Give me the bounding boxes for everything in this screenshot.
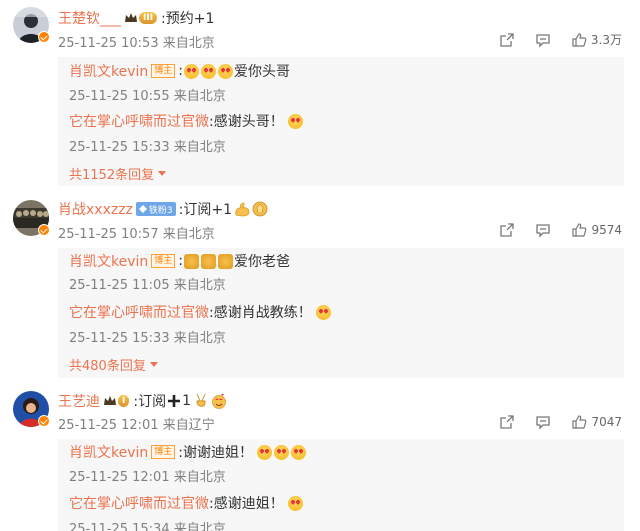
verified-badge-icon — [38, 415, 50, 427]
comment-button[interactable] — [535, 414, 551, 430]
fan-level-badge: 铁粉3 — [135, 202, 176, 216]
fan-level-label: 铁粉3 — [148, 205, 173, 216]
crown-icon — [125, 13, 137, 22]
reply-username[interactable]: 肖凯文kevin — [69, 251, 148, 271]
money-emoji-icon — [184, 253, 200, 269]
comment-button[interactable] — [535, 32, 551, 48]
vip-crown-badge: III — [124, 11, 158, 25]
reply-text: :谢谢迪姐！ — [178, 445, 254, 461]
heart-eyes-emoji-icon — [287, 495, 303, 511]
vip-crown-badge: I — [103, 394, 130, 408]
reply-meta: 25-11-25 11:05 来自北京 — [69, 278, 226, 293]
more-replies-link[interactable]: 共1152条回复 — [69, 164, 167, 183]
comment-meta: 25-11-25 10:57 来自北京 — [58, 227, 215, 242]
share-button[interactable] — [499, 414, 515, 430]
reply-prefix: : — [178, 253, 184, 269]
heart-eyes-emoji-icon — [184, 63, 200, 79]
heart-eyes-emoji-icon — [287, 113, 303, 129]
reply-text: :感谢头哥！ — [209, 114, 284, 130]
reply-username[interactable]: 它在掌心呼啸而过官微 — [69, 302, 209, 322]
plus-icon — [168, 395, 181, 407]
reply-text: 爱你头哥 — [234, 64, 291, 80]
comment-icon — [536, 224, 551, 238]
share-button[interactable] — [499, 222, 515, 238]
heart-eyes-emoji-icon — [201, 63, 217, 79]
like-button[interactable]: 9574 — [571, 222, 622, 238]
host-tag: 博主 — [151, 64, 176, 78]
money-emoji-icon — [218, 253, 234, 269]
comment-icon — [536, 416, 551, 430]
comment-text: :预约+1 — [161, 11, 215, 27]
comment-button[interactable] — [535, 222, 551, 238]
comment-text-tail: 1 — [182, 393, 191, 409]
like-count: 3.3万 — [590, 33, 622, 47]
clapping-emoji-icon — [252, 201, 268, 217]
heart-eyes-emoji-icon — [218, 63, 234, 79]
comment-username[interactable]: 肖战xxxzzz — [58, 199, 133, 219]
comment-text: :订阅+1 — [178, 202, 232, 218]
victory-hand-emoji-icon — [196, 393, 206, 407]
reply-username[interactable]: 肖凯文kevin — [69, 61, 148, 81]
reply-prefix: : — [178, 63, 184, 79]
comment-text: :订阅 — [133, 394, 167, 410]
host-tag: 博主 — [151, 445, 176, 459]
reply-list: 肖凯文kevin 博主 : 爱你老爸 25-11-25 11:05 来自北京 它… — [58, 248, 624, 378]
reply-username[interactable]: 肖凯文kevin — [69, 442, 148, 462]
heart-eyes-emoji-icon — [274, 444, 290, 460]
reply-meta: 25-11-25 12:01 来自北京 — [69, 470, 226, 485]
share-icon — [500, 32, 514, 47]
diamond-icon — [138, 205, 147, 213]
level-badge: I — [118, 395, 130, 407]
reply-text: :感谢迪姐！ — [209, 496, 284, 512]
like-count: 9574 — [591, 223, 622, 237]
money-emoji-icon — [201, 253, 217, 269]
like-button[interactable]: 3.3万 — [571, 31, 622, 48]
host-tag: 博主 — [151, 254, 176, 268]
caret-down-icon — [149, 362, 158, 367]
thumbs-up-icon — [572, 415, 587, 429]
reply-list: 肖凯文kevin 博主 : 爱你头哥 25-11-25 10:55 来自北京 它… — [58, 57, 624, 186]
thumbs-up-icon — [572, 223, 587, 237]
like-count: 7047 — [591, 415, 622, 429]
crown-icon — [104, 396, 116, 405]
reply-meta: 25-11-25 10:55 来自北京 — [69, 89, 226, 104]
reply-username[interactable]: 它在掌心呼啸而过官微 — [69, 111, 209, 131]
comment-icon — [536, 33, 550, 48]
more-replies-link[interactable]: 共480条回复 — [69, 355, 158, 374]
reply-username[interactable]: 它在掌心呼啸而过官微 — [69, 493, 209, 513]
thumbs-up-icon — [572, 32, 587, 47]
reply-list: 肖凯文kevin 博主 :谢谢迪姐！ 25-11-25 12:01 来自北京 它… — [58, 439, 624, 531]
comment-meta: 25-11-25 10:53 来自北京 — [58, 36, 215, 51]
heart-eyes-emoji-icon — [257, 444, 273, 460]
heart-eyes-emoji-icon — [212, 394, 226, 409]
caret-down-icon — [158, 171, 167, 176]
comment-meta: 25-11-25 12:01 来自辽宁 — [58, 418, 215, 433]
reply-meta: 25-11-25 15:33 来自北京 — [69, 140, 226, 155]
comment-username[interactable]: 王楚钦___ — [58, 8, 121, 28]
like-button[interactable]: 7047 — [571, 414, 622, 430]
share-button[interactable] — [499, 32, 515, 48]
flexed-biceps-emoji-icon — [235, 201, 250, 216]
heart-eyes-emoji-icon — [315, 304, 331, 320]
reply-text: :感谢肖战教练！ — [209, 305, 312, 321]
reply-text: 爱你老爸 — [234, 254, 291, 270]
more-replies-label: 共480条回复 — [69, 359, 146, 374]
reply-meta: 25-11-25 15:34 来自北京 — [69, 522, 226, 531]
heart-eyes-emoji-icon — [291, 444, 307, 460]
reply-meta: 25-11-25 15:33 来自北京 — [69, 331, 226, 346]
verified-badge-icon — [38, 224, 50, 236]
comment-username[interactable]: 王艺迪 — [58, 391, 100, 411]
verified-badge-icon — [38, 31, 50, 43]
more-replies-label: 共1152条回复 — [69, 168, 155, 183]
share-icon — [500, 223, 515, 237]
level-badge: III — [139, 12, 158, 24]
share-icon — [500, 415, 515, 429]
